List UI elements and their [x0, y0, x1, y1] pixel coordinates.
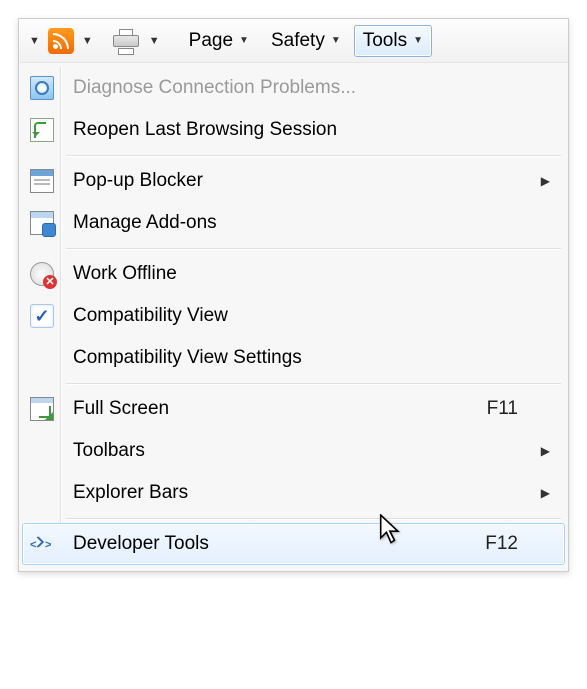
home-dropdown[interactable]: ▼ [25, 35, 44, 47]
print-dropdown[interactable]: ▼ [145, 35, 164, 47]
check-icon: ✓ [30, 304, 54, 328]
menu-item-popup-blocker[interactable]: Pop-up Blocker ▶ [22, 160, 565, 202]
reopen-icon [30, 118, 54, 142]
menu-separator [66, 383, 561, 384]
shortcut-text: F11 [487, 398, 564, 420]
globe-icon [30, 76, 54, 100]
shortcut-text: F12 [485, 533, 564, 555]
chevron-down-icon: ▼ [239, 35, 249, 46]
addons-icon [30, 211, 54, 235]
submenu-arrow-icon: ▶ [541, 486, 550, 500]
menu-separator [66, 518, 561, 519]
menu-separator [66, 155, 561, 156]
print-icon[interactable] [113, 29, 141, 53]
chevron-down-icon: ▼ [331, 35, 341, 46]
tools-label: Tools [363, 30, 407, 52]
popup-icon [30, 169, 54, 193]
menu-item-compatibility-view[interactable]: ✓ Compatibility View [22, 295, 565, 337]
rss-icon[interactable] [48, 28, 74, 54]
menu-label: Developer Tools [61, 533, 485, 555]
menu-label: Full Screen [61, 398, 487, 420]
menu-label: Pop-up Blocker [61, 170, 564, 192]
svg-text:>: > [45, 539, 51, 551]
page-label: Page [189, 30, 233, 52]
command-bar: ▼ ▼ ▼ Page ▼ Safety ▼ Tools ▼ [19, 19, 568, 63]
submenu-arrow-icon: ▶ [541, 174, 550, 188]
menu-item-developer-tools[interactable]: < > Developer Tools F12 [22, 523, 565, 565]
menu-item-compatibility-settings[interactable]: Compatibility View Settings [22, 337, 565, 379]
menu-item-manage-addons[interactable]: Manage Add-ons [22, 202, 565, 244]
fullscreen-icon [30, 397, 54, 421]
submenu-arrow-icon: ▶ [541, 444, 550, 458]
svg-text:<: < [30, 539, 36, 551]
devtools-icon: < > [30, 532, 54, 556]
safety-button[interactable]: Safety ▼ [262, 25, 350, 57]
chevron-down-icon: ▼ [413, 35, 423, 46]
menu-item-explorer-bars[interactable]: Explorer Bars ▶ [22, 472, 565, 514]
menu-label: Compatibility View Settings [61, 347, 564, 369]
rss-dropdown[interactable]: ▼ [78, 35, 97, 47]
tools-dropdown-menu: Diagnose Connection Problems... Reopen L… [19, 63, 568, 571]
menu-label: Diagnose Connection Problems... [61, 77, 564, 99]
menu-item-diagnose: Diagnose Connection Problems... [22, 67, 565, 109]
tools-menu-window: ▼ ▼ ▼ Page ▼ Safety ▼ Tools ▼ Diagnose C… [18, 18, 569, 572]
tools-button[interactable]: Tools ▼ [354, 25, 432, 57]
menu-label: Manage Add-ons [61, 212, 564, 234]
menu-item-full-screen[interactable]: Full Screen F11 [22, 388, 565, 430]
menu-label: Work Offline [61, 263, 564, 285]
offline-icon [30, 262, 54, 286]
safety-label: Safety [271, 30, 325, 52]
menu-item-reopen[interactable]: Reopen Last Browsing Session [22, 109, 565, 151]
menu-label: Explorer Bars [61, 482, 564, 504]
menu-label: Compatibility View [61, 305, 564, 327]
menu-item-work-offline[interactable]: Work Offline [22, 253, 565, 295]
menu-label: Reopen Last Browsing Session [61, 119, 564, 141]
page-button[interactable]: Page ▼ [180, 25, 258, 57]
menu-item-toolbars[interactable]: Toolbars ▶ [22, 430, 565, 472]
menu-label: Toolbars [61, 440, 564, 462]
menu-separator [66, 248, 561, 249]
